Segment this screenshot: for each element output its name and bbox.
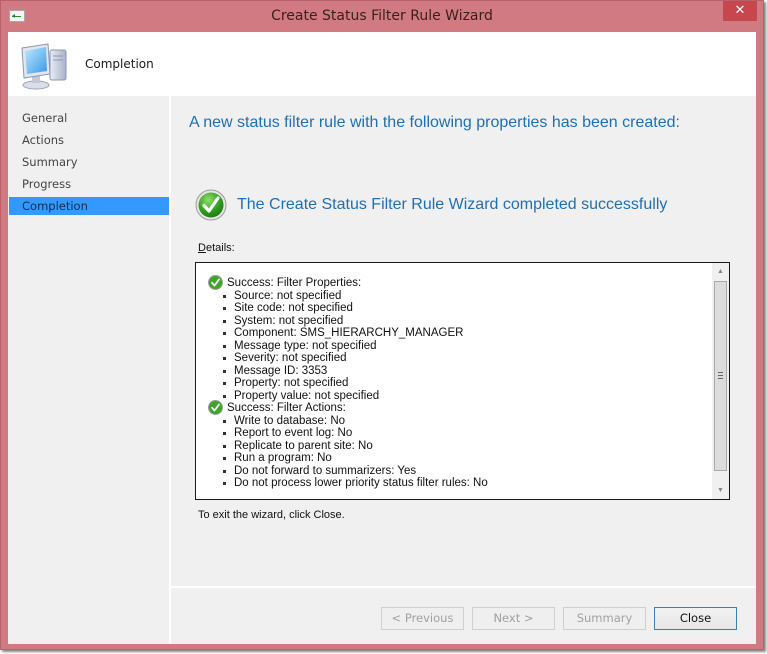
window-title: Create Status Filter Rule Wizard — [271, 8, 493, 24]
detail-item: Do not forward to summarizers: Yes — [208, 465, 709, 478]
sidebar-item-actions[interactable]: Actions — [9, 131, 169, 149]
success-message: The Create Status Filter Rule Wizard com… — [237, 196, 668, 213]
details-content: Success: Filter Properties: Source: not … — [208, 275, 709, 490]
close-window-button[interactable]: ✕ — [723, 1, 757, 21]
detail-item: System: not specified — [208, 315, 709, 328]
exit-instructions: To exit the wizard, click Close. — [198, 509, 345, 521]
previous-button[interactable]: < Previous — [381, 607, 464, 630]
details-label-text: etails: — [205, 242, 235, 254]
detail-item: Component: SMS_HIERARCHY_MANAGER — [208, 327, 709, 340]
success-check-icon — [195, 189, 227, 221]
section-header-filter-properties: Success: Filter Properties: — [208, 275, 709, 290]
next-button[interactable]: Next > — [472, 607, 555, 630]
detail-item: Message ID: 3353 — [208, 365, 709, 378]
detail-item: Write to database: No — [208, 415, 709, 428]
details-scrollbar[interactable]: ▲ ▼ — [712, 263, 729, 499]
sidebar-item-summary[interactable]: Summary — [9, 153, 169, 171]
close-icon: ✕ — [734, 3, 746, 18]
wizard-steps-sidebar: General Actions Summary Progress Complet… — [8, 96, 169, 644]
detail-item: Run a program: No — [208, 452, 709, 465]
result-heading: A new status filter rule with the follow… — [189, 114, 680, 131]
detail-item: Site code: not specified — [208, 302, 709, 315]
wizard-header: Completion — [8, 32, 756, 96]
section-header-filter-actions: Success: Filter Actions: — [208, 400, 709, 415]
sidebar-item-progress[interactable]: Progress — [9, 175, 169, 193]
title-bar[interactable]: Create Status Filter Rule Wizard ✕ — [1, 1, 763, 32]
details-textbox[interactable]: Success: Filter Properties: Source: not … — [195, 262, 730, 500]
detail-item: Property: not specified — [208, 377, 709, 390]
scroll-up-arrow-icon[interactable]: ▲ — [712, 263, 729, 280]
computer-icon — [21, 43, 67, 90]
detail-item: Do not process lower priority status fil… — [208, 477, 709, 490]
details-label: Details: — [198, 242, 235, 254]
wizard-client-area: Completion General Actions Summary Progr… — [8, 32, 756, 644]
detail-item: Replicate to parent site: No — [208, 440, 709, 453]
close-button[interactable]: Close — [654, 607, 737, 630]
sidebar-item-general[interactable]: General — [9, 109, 169, 127]
detail-item: Source: not specified — [208, 290, 709, 303]
detail-item: Severity: not specified — [208, 352, 709, 365]
scroll-thumb[interactable] — [714, 281, 727, 471]
detail-item: Message type: not specified — [208, 340, 709, 353]
success-small-icon — [208, 275, 223, 290]
section-title: Success: Filter Properties: — [227, 277, 362, 289]
detail-item: Report to event log: No — [208, 427, 709, 440]
page-title: Completion — [85, 57, 154, 71]
details-label-accesskey: D — [198, 242, 206, 254]
wizard-window: Create Status Filter Rule Wizard ✕ Compl… — [0, 0, 764, 650]
scroll-down-arrow-icon[interactable]: ▼ — [712, 482, 729, 499]
wizard-content: A new status filter rule with the follow… — [171, 96, 756, 586]
detail-item: Property value: not specified — [208, 390, 709, 403]
grip-icon — [718, 372, 723, 379]
section-title: Success: Filter Actions: — [227, 402, 346, 414]
summary-button[interactable]: Summary — [563, 607, 646, 630]
success-small-icon — [208, 400, 223, 415]
footer-divider — [171, 586, 756, 588]
sidebar-item-completion[interactable]: Completion — [9, 197, 169, 215]
